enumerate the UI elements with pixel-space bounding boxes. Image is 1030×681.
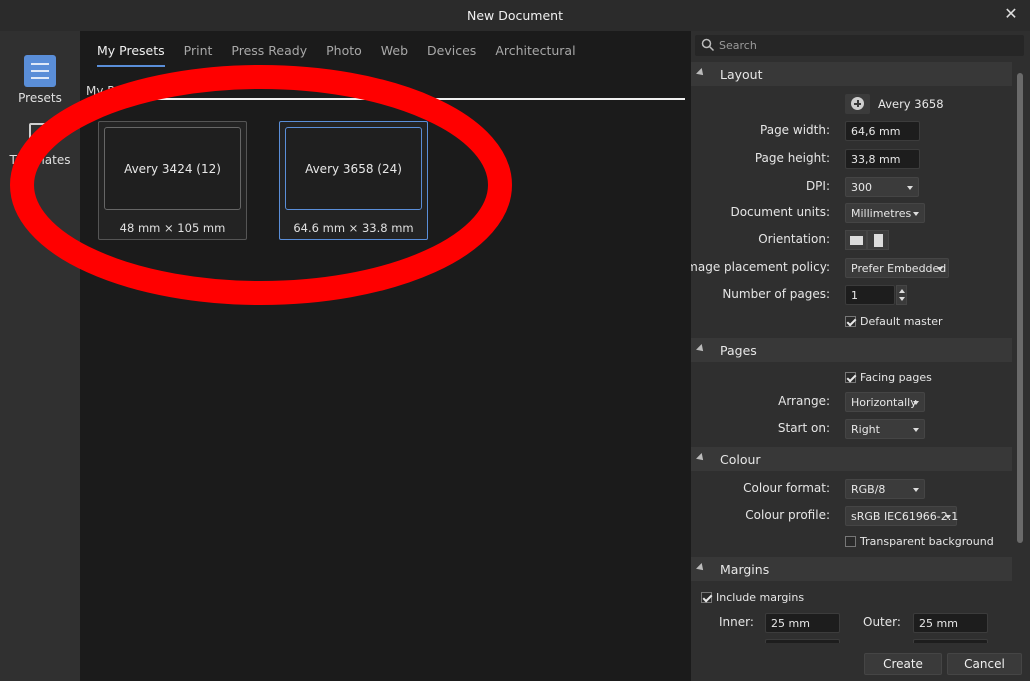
page-width-label: Page width:: [760, 123, 830, 137]
tab-print[interactable]: Print: [184, 43, 213, 67]
preset-thumbnail: Avery 3424 (12): [104, 127, 241, 210]
tab-press-ready[interactable]: Press Ready: [231, 43, 307, 67]
category-sidebar: Presets Templates: [0, 31, 80, 681]
tab-devices[interactable]: Devices: [427, 43, 476, 67]
current-preset-name: Avery 3658: [878, 97, 944, 111]
tab-my-presets[interactable]: My Presets: [97, 43, 165, 67]
portrait-page-icon: [874, 234, 883, 247]
colour-profile-label: Colour profile:: [745, 508, 830, 522]
sidebar-item-label: Presets: [18, 91, 62, 105]
collapse-triangle-icon: [696, 453, 706, 463]
start-on-label: Start on:: [777, 421, 830, 435]
preset-dimensions: 48 mm × 105 mm: [119, 221, 226, 235]
checkbox-checked: [701, 592, 712, 603]
chevron-down-icon: [913, 212, 919, 216]
chevron-down-icon: [937, 267, 943, 271]
margin-field-partial[interactable]: [913, 639, 988, 643]
collapse-triangle-icon: [696, 563, 706, 573]
collapse-triangle-icon: [696, 68, 706, 78]
properties-panel: Layout Avery 3658 Page width: 64,6 mm Pa…: [691, 31, 1030, 681]
colour-profile-dropdown[interactable]: sRGB IEC61966-2.1: [845, 506, 958, 526]
portrait-button[interactable]: [867, 230, 889, 250]
preset-card-selected[interactable]: Avery 3658 (24) 64.6 mm × 33.8 mm: [279, 121, 428, 240]
orientation-label: Orientation:: [758, 232, 830, 246]
chevron-down-icon: [913, 488, 919, 492]
sidebar-item-templates[interactable]: Templates: [0, 123, 80, 167]
chevron-down-icon: [945, 515, 951, 519]
landscape-button[interactable]: [845, 230, 867, 250]
tab-web[interactable]: Web: [381, 43, 408, 67]
document-units-label: Document units:: [730, 205, 830, 219]
checkbox-checked: [845, 316, 856, 327]
section-label: My Presets: [86, 84, 151, 98]
section-header-margins[interactable]: Margins: [691, 557, 1012, 581]
default-master-checkbox[interactable]: Default master: [845, 315, 942, 328]
preset-dimensions: 64.6 mm × 33.8 mm: [293, 221, 414, 235]
preset-tabs: My Presets Print Press Ready Photo Web D…: [97, 43, 595, 67]
properties-scroll-area: Layout Avery 3658 Page width: 64,6 mm Pa…: [691, 61, 1012, 643]
page-width-field[interactable]: 64,6 mm: [845, 121, 920, 141]
pages-stepper[interactable]: [896, 285, 907, 305]
page-height-field[interactable]: 33,8 mm: [845, 149, 920, 169]
window-title: New Document: [467, 8, 563, 23]
stepper-down-icon: [899, 297, 905, 301]
search-icon: [701, 38, 715, 52]
plus-circle-icon: [851, 97, 864, 110]
page-height-label: Page height:: [754, 151, 830, 165]
presets-panel: My Presets Print Press Ready Photo Web D…: [80, 31, 691, 681]
section-header-pages[interactable]: Pages: [691, 338, 1012, 362]
search-box: [695, 35, 1024, 56]
image-placement-label: Image placement policy:: [691, 260, 830, 274]
include-margins-checkbox[interactable]: Include margins: [701, 591, 804, 604]
facing-pages-checkbox[interactable]: Facing pages: [845, 371, 932, 384]
checkbox-checked: [845, 372, 856, 383]
document-units-dropdown[interactable]: Millimetres: [845, 203, 925, 223]
inner-margin-field[interactable]: 25 mm: [765, 613, 840, 633]
colour-format-label: Colour format:: [743, 481, 830, 495]
section-divider: [140, 98, 685, 100]
outer-margin-label: Outer:: [863, 615, 901, 629]
arrange-label: Arrange:: [778, 394, 830, 408]
preset-name: Avery 3658 (24): [305, 161, 402, 176]
tab-photo[interactable]: Photo: [326, 43, 362, 67]
properties-scrollbar[interactable]: [1016, 61, 1024, 643]
chevron-down-icon: [907, 186, 913, 190]
preset-name: Avery 3424 (12): [124, 161, 221, 176]
section-header-layout[interactable]: Layout: [691, 62, 1012, 86]
title-bar: New Document ✕: [0, 0, 1030, 31]
margin-field-partial[interactable]: [765, 639, 840, 643]
inner-margin-label: Inner:: [719, 615, 754, 629]
dpi-label: DPI:: [805, 179, 830, 193]
templates-icon: [29, 123, 51, 149]
sidebar-item-label: Templates: [9, 153, 71, 167]
number-of-pages-label: Number of pages:: [722, 287, 830, 301]
close-icon[interactable]: ✕: [1002, 5, 1020, 23]
create-button[interactable]: Create: [864, 653, 942, 675]
chevron-down-icon: [913, 401, 919, 405]
sidebar-item-presets[interactable]: Presets: [0, 55, 80, 105]
start-on-dropdown[interactable]: Right: [845, 419, 925, 439]
cancel-button[interactable]: Cancel: [947, 653, 1022, 675]
search-input[interactable]: [719, 37, 1019, 54]
number-of-pages-field[interactable]: 1: [845, 285, 895, 305]
stepper-up-icon: [899, 289, 905, 293]
tab-architectural[interactable]: Architectural: [495, 43, 575, 67]
preset-card[interactable]: Avery 3424 (12) 48 mm × 105 mm: [98, 121, 247, 240]
section-header-colour[interactable]: Colour: [691, 447, 1012, 471]
dpi-dropdown[interactable]: 300: [845, 177, 919, 197]
preset-thumbnail: Avery 3658 (24): [285, 127, 422, 210]
image-placement-dropdown[interactable]: Prefer Embedded: [845, 258, 949, 278]
scroll-thumb[interactable]: [1017, 73, 1023, 543]
add-preset-button[interactable]: [845, 94, 870, 114]
colour-format-dropdown[interactable]: RGB/8: [845, 479, 925, 499]
checkbox-unchecked: [845, 536, 856, 547]
arrange-dropdown[interactable]: Horizontally: [845, 392, 925, 412]
chevron-down-icon: [913, 428, 919, 432]
presets-icon: [24, 55, 56, 87]
transparent-background-checkbox[interactable]: Transparent background: [845, 535, 994, 548]
outer-margin-field[interactable]: 25 mm: [913, 613, 988, 633]
landscape-page-icon: [850, 236, 863, 245]
collapse-triangle-icon: [696, 344, 706, 354]
